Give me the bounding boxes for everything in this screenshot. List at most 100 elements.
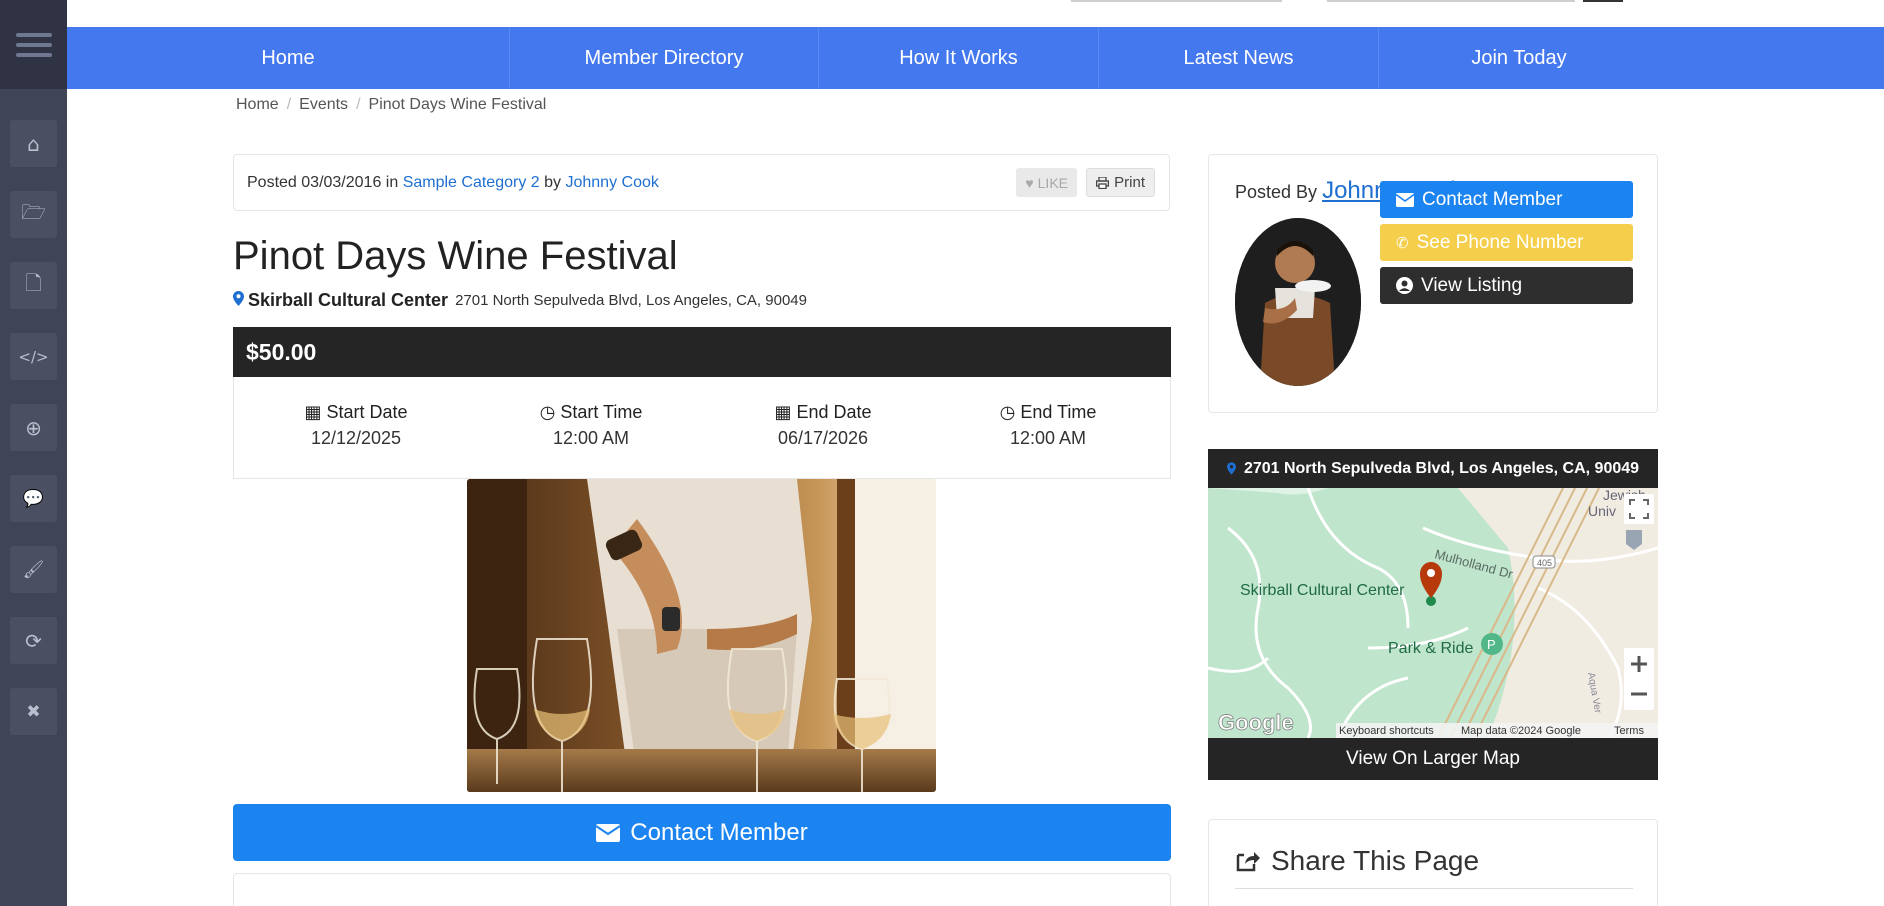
view-listing-button[interactable]: View Listing (1380, 267, 1633, 304)
map-card: 2701 North Sepulveda Blvd, Los Angeles, … (1208, 449, 1658, 780)
nav-join-today-label: Join Today (1471, 46, 1567, 69)
zoom-icon[interactable]: ⊕ (10, 404, 57, 451)
clock-icon: ◷ (999, 402, 1016, 422)
author-card: Posted By Johnny Cook Contact Member ✆ S… (1208, 154, 1658, 413)
nav-home[interactable]: Home (67, 27, 510, 89)
like-button[interactable]: ♥ LIKE (1016, 168, 1077, 197)
category-link[interactable]: Sample Category 2 (403, 174, 540, 192)
map-top-label-2: Univ (1588, 503, 1616, 519)
contact-member-button[interactable]: Contact Member (233, 804, 1171, 861)
contact-member-side-label: Contact Member (1422, 188, 1563, 210)
start-date-label: Start Date (326, 402, 408, 422)
share-title: Share This Page (1271, 845, 1480, 876)
envelope-icon (596, 823, 621, 842)
nav-how-it-works[interactable]: How It Works (819, 27, 1099, 89)
contact-member-label: Contact Member (630, 818, 808, 846)
hamburger-icon[interactable] (0, 0, 67, 89)
brush-icon[interactable]: 🖌 (10, 546, 57, 593)
post-date: 03/03/2016 (301, 173, 382, 191)
printer-icon (1096, 176, 1110, 189)
top-strip (67, 0, 1884, 27)
refresh-icon[interactable]: ⟳ (10, 617, 57, 664)
author-link[interactable]: Johnny Cook (565, 174, 658, 192)
start-date: ▦ Start Date 12/12/2025 (256, 402, 456, 449)
end-time: ◷ End Time 12:00 AM (948, 402, 1148, 449)
end-date-label: End Date (796, 402, 872, 422)
start-time-value: 12:00 AM (552, 428, 630, 448)
event-location: Skirball Cultural Center 2701 North Sepu… (233, 290, 807, 311)
event-description (233, 873, 1171, 906)
breadcrumb-current: Pinot Days Wine Festival (368, 96, 547, 113)
svg-text:P: P (1487, 637, 1496, 652)
map-address-header: 2701 North Sepulveda Blvd, Los Angeles, … (1208, 449, 1658, 488)
calendar-icon: ▦ (774, 402, 792, 422)
end-date-value: 06/17/2026 (777, 428, 869, 448)
print-label: Print (1114, 174, 1145, 191)
home-icon[interactable]: ⌂ (10, 120, 57, 167)
posted-by-label: Posted By (1235, 182, 1318, 202)
nav-member-directory[interactable]: Member Directory (510, 27, 819, 89)
like-label: LIKE (1037, 174, 1068, 191)
posted-prefix: Posted (247, 173, 297, 191)
post-meta: Posted 03/03/2016 in Sample Category 2 b… (233, 154, 1170, 211)
map-marker-icon (233, 290, 244, 311)
heart-icon: ♥ (1025, 174, 1034, 191)
share-card: Share This Page (1208, 819, 1658, 906)
google-logo: Google (1218, 710, 1294, 735)
page: ⌂ 🗁 🗋 </> ⊕ 💬 🖌 ⟳ ✖ Home Member Director… (0, 0, 1884, 906)
main-nav: Home Member Directory How It Works Lates… (67, 27, 1884, 89)
share-heading: Share This Page (1235, 845, 1479, 877)
nav-how-it-works-label: How It Works (899, 46, 1018, 69)
fullscreen-button[interactable] (1624, 494, 1654, 524)
print-button[interactable]: Print (1086, 168, 1155, 197)
calendar-icon: ▦ (304, 402, 322, 422)
map-address: 2701 North Sepulveda Blvd, Los Angeles, … (1243, 459, 1640, 477)
map-place-label: Skirball Cultural Center (1240, 582, 1405, 599)
venue-name: Skirball Cultural Center (248, 290, 449, 310)
file-icon[interactable]: 🗋 (10, 262, 57, 309)
map-data-text: Map data ©2024 Google (1461, 725, 1581, 737)
clock-icon: ◷ (539, 402, 556, 422)
map-marker-icon (1226, 462, 1236, 475)
code-icon[interactable]: </> (10, 333, 57, 380)
breadcrumb-home[interactable]: Home (236, 96, 279, 114)
event-image (467, 479, 936, 792)
nav-latest-news[interactable]: Latest News (1099, 27, 1379, 89)
breadcrumb-separator: / (286, 96, 292, 113)
map-park-label: Park & Ride (1388, 640, 1473, 657)
view-listing-label: View Listing (1421, 274, 1523, 296)
contact-member-side-button[interactable]: Contact Member (1380, 181, 1633, 218)
start-date-value: 12/12/2025 (310, 428, 402, 448)
comments-icon[interactable]: 💬 (10, 475, 57, 522)
event-price: $50.00 (246, 338, 317, 365)
breadcrumb-events[interactable]: Events (299, 96, 348, 114)
close-icon[interactable]: ✖ (10, 688, 57, 735)
nav-latest-news-label: Latest News (1183, 46, 1294, 69)
nav-home-label: Home (261, 46, 315, 69)
envelope-icon (1396, 192, 1414, 207)
header-location-field[interactable] (1327, 0, 1575, 2)
user-circle-icon (1396, 277, 1413, 294)
folder-open-icon[interactable]: 🗁 (10, 191, 57, 238)
view-larger-map-label: View On Larger Map (1346, 748, 1520, 769)
nav-join-today[interactable]: Join Today (1379, 27, 1659, 89)
see-phone-label: See Phone Number (1416, 231, 1584, 253)
by-word: by (544, 173, 562, 191)
price-bar: $50.00 (233, 327, 1171, 377)
terms-link[interactable]: Terms (1614, 725, 1644, 737)
event-title: Pinot Days Wine Festival (233, 234, 678, 278)
see-phone-button[interactable]: ✆ See Phone Number (1380, 224, 1633, 261)
divider (1235, 888, 1633, 889)
header-search-field[interactable] (1071, 0, 1282, 2)
venue-address: 2701 North Sepulveda Blvd, Los Angeles, … (455, 292, 807, 309)
google-map[interactable]: 405 Mulholland Dr Skirball Cultural Cent… (1208, 488, 1658, 738)
breadcrumb: Home / Events / Pinot Days Wine Festival (236, 96, 546, 114)
keyboard-shortcuts-link[interactable]: Keyboard shortcuts (1339, 725, 1434, 737)
header-search-button[interactable] (1583, 0, 1623, 2)
start-time: ◷ Start Time 12:00 AM (491, 402, 691, 449)
end-date: ▦ End Date 06/17/2026 (723, 402, 923, 449)
view-larger-map-button[interactable]: View On Larger Map (1208, 738, 1658, 780)
breadcrumb-separator: / (356, 96, 361, 113)
end-time-value: 12:00 AM (1009, 428, 1087, 448)
avatar[interactable] (1235, 218, 1361, 386)
